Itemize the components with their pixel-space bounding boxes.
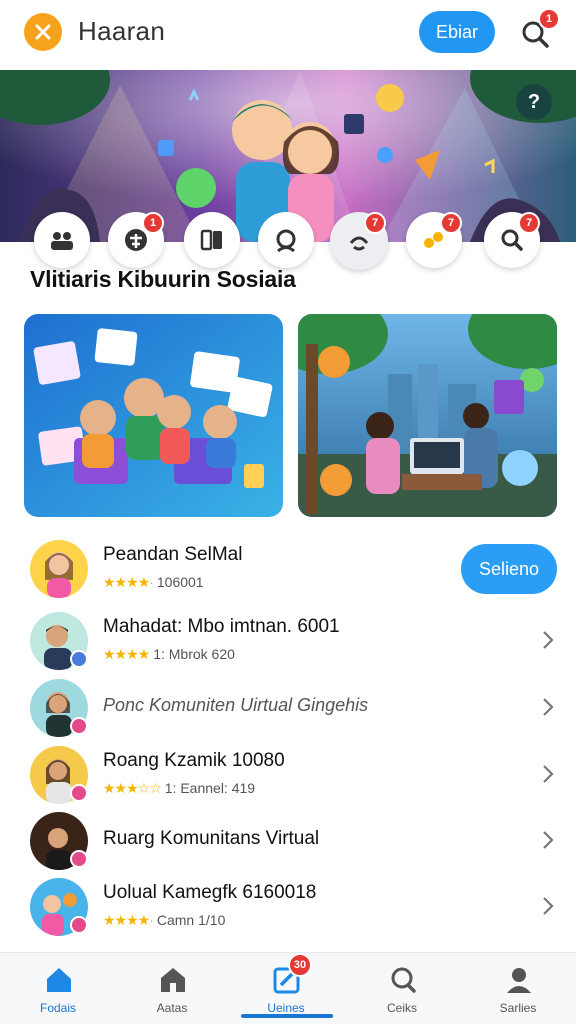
primary-button[interactable]: Ebiar — [419, 11, 495, 53]
online-indicator — [70, 916, 88, 934]
row-meta-text: Camn 1/10 — [156, 912, 226, 928]
category-smile[interactable]: 7 — [330, 212, 388, 270]
rating-stars: ★★★★· — [103, 574, 154, 590]
search-icon — [391, 967, 416, 993]
nav-store[interactable]: Aatas — [122, 953, 222, 1024]
category-group[interactable] — [34, 212, 90, 268]
row-meta-text: 106001 — [156, 574, 204, 590]
row-meta: ★★★☆☆ 1: Eannel: 419 — [103, 780, 255, 797]
row-meta: ★★★★· 106001 — [103, 574, 204, 591]
nav-search[interactable]: Ceiks — [352, 953, 452, 1024]
row-title: Mahadat: Mbo imtnan. 6001 — [103, 616, 340, 637]
category-book[interactable] — [184, 212, 240, 268]
community-illustration — [24, 314, 283, 517]
row-meta: ★★★★ 1: Mbrok 620 — [103, 646, 235, 663]
list-item[interactable]: Ponc Komuniten Uirtual Gingehis — [0, 673, 576, 743]
book-icon — [200, 229, 222, 251]
row-meta-text: 1: Eannel: 419 — [164, 780, 256, 796]
category-chat[interactable]: 7 — [406, 212, 462, 268]
follow-button[interactable]: Selieno — [461, 544, 557, 594]
active-tab-indicator — [241, 1014, 333, 1018]
close-icon — [35, 24, 51, 40]
nav-label: Ceiks — [386, 1001, 417, 1015]
row-title: Roang Kzamik 10080 — [103, 750, 285, 771]
online-indicator — [70, 717, 88, 735]
nav-label: Aatas — [156, 1001, 188, 1015]
category-gift[interactable]: 1 — [108, 212, 164, 268]
nav-label: Ueines — [267, 1001, 305, 1015]
online-indicator — [70, 850, 88, 868]
rating-stars: ★★★★ — [103, 646, 150, 662]
row-title: Ruarg Komunitans Virtual — [103, 828, 320, 849]
row-title: Ponc Komuniten Uirtual Gingehis — [103, 695, 369, 715]
list-item[interactable]: Peandan SelMal ★★★★· 106001 Selieno — [0, 534, 576, 604]
home-icon — [47, 968, 71, 992]
chevron-right-icon[interactable] — [538, 762, 558, 786]
rating-stars: ★★★☆☆ — [103, 780, 162, 796]
nav-label: Sarlies — [499, 1001, 537, 1015]
app-title: Haaran — [78, 16, 166, 46]
group-icon — [51, 232, 73, 250]
help-button[interactable]: ? — [516, 84, 552, 120]
store-icon — [161, 968, 185, 992]
category-badge: 7 — [518, 212, 540, 234]
chevron-right-icon[interactable] — [538, 695, 558, 719]
nav-home[interactable]: Fodais — [8, 953, 108, 1024]
row-meta: ★★★★· Camn 1/10 — [103, 912, 225, 929]
list-item[interactable]: Mahadat: Mbo imtnan. 6001 ★★★★ 1: Mbrok 6… — [0, 606, 576, 676]
category-user[interactable] — [258, 212, 314, 268]
chevron-right-icon[interactable] — [538, 894, 558, 918]
online-indicator — [70, 650, 88, 668]
category-badge: 7 — [440, 212, 462, 234]
feature-card-virtual[interactable] — [298, 314, 557, 517]
chevron-right-icon[interactable] — [538, 828, 558, 852]
row-meta-text: 1: Mbrok 620 — [153, 646, 235, 662]
profile-icon — [507, 968, 531, 993]
list-item[interactable]: Uolual Kamegfk 6160018 ★★★★· Camn 1/10 — [0, 872, 576, 942]
category-badge: 1 — [142, 212, 164, 234]
list-item[interactable]: Roang Kzamik 10080 ★★★☆☆ 1: Eannel: 419 — [0, 740, 576, 810]
row-title: Uolual Kamegfk 6160018 — [103, 882, 317, 903]
avatar — [30, 540, 88, 598]
nav-label: Fodais — [39, 1001, 77, 1015]
section-title: Vlitiaris Kibuurin Sosiaia — [30, 266, 296, 292]
nav-badge: 30 — [288, 953, 312, 977]
feature-card-community[interactable] — [24, 314, 283, 517]
search-button[interactable]: 1 — [516, 8, 560, 54]
category-search[interactable]: 7 — [484, 212, 540, 268]
online-indicator — [70, 784, 88, 802]
list-item[interactable]: Ruarg Komunitans Virtual — [0, 806, 576, 876]
close-button[interactable] — [24, 13, 62, 51]
row-title: Peandan SelMal — [103, 544, 243, 565]
category-badge: 7 — [364, 212, 386, 234]
top-bar: Haaran Ebiar 1 — [0, 0, 576, 66]
rating-stars: ★★★★· — [103, 912, 154, 928]
nav-profile[interactable]: Sarlies — [468, 953, 568, 1024]
virtual-room-illustration — [298, 314, 557, 517]
notification-badge: 1 — [538, 8, 560, 30]
user-circle-icon — [276, 229, 296, 253]
chevron-right-icon[interactable] — [538, 628, 558, 652]
